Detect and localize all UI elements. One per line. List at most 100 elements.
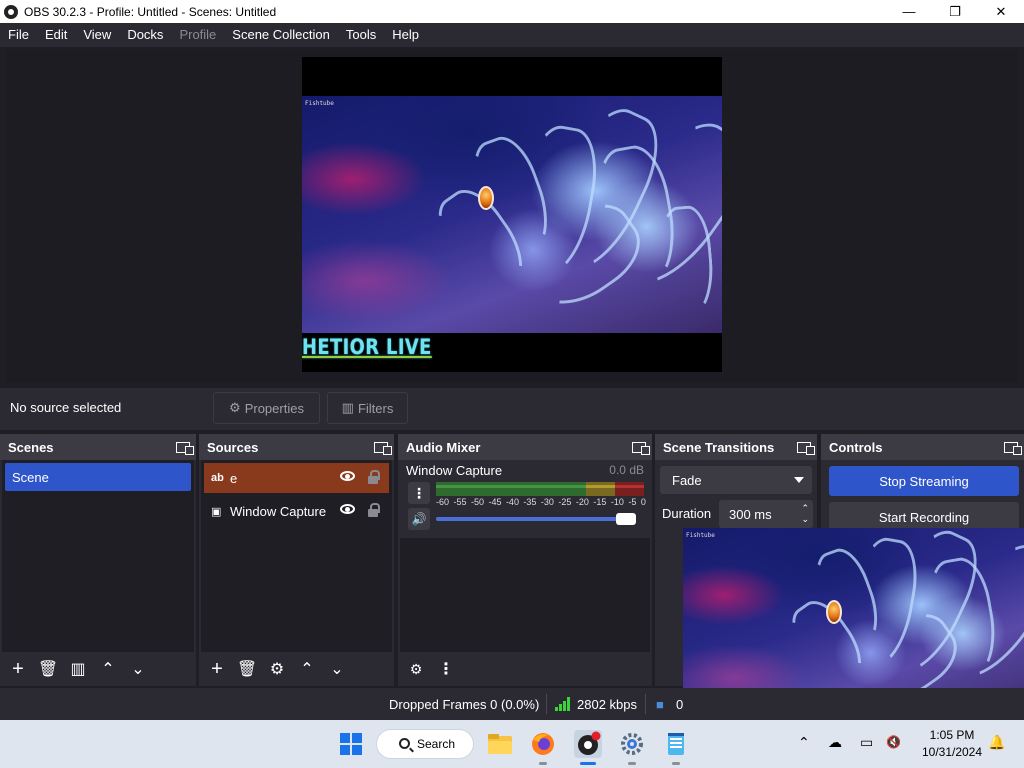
menu-file[interactable]: File — [0, 23, 37, 47]
controls-title: Controls — [829, 439, 883, 455]
taskbar-search[interactable]: Search — [376, 729, 474, 759]
clownfish — [478, 186, 494, 210]
meter-tick: -60 — [436, 497, 450, 507]
add-source-button[interactable]: + — [205, 657, 229, 681]
status-separator — [645, 694, 646, 714]
duration-spinbox[interactable]: 300 ms ⌃ ⌄ — [719, 500, 813, 528]
undock-icon[interactable] — [797, 441, 815, 455]
cloud-offline-icon[interactable]: ☁ — [828, 734, 842, 751]
spin-up-icon[interactable]: ⌃ — [801, 503, 809, 514]
menu-docks[interactable]: Docks — [119, 23, 171, 47]
meter-tick: -20 — [575, 497, 589, 507]
properties-label: Properties — [244, 400, 304, 416]
transition-selected-label: Fade — [672, 472, 702, 488]
firefox-icon[interactable] — [529, 730, 557, 758]
audio-mixer-header: Audio Mixer — [398, 434, 652, 460]
notification-bell-icon[interactable]: 🔔 — [988, 734, 1005, 751]
spin-down-icon[interactable]: ⌄ — [801, 514, 809, 525]
undock-icon[interactable] — [176, 441, 194, 455]
filters-button[interactable]: ▥ Filters — [327, 392, 408, 424]
clownfish — [826, 600, 842, 624]
lock-icon[interactable] — [367, 503, 380, 518]
minimize-button[interactable]: — — [886, 0, 932, 23]
filters-label: Filters — [357, 400, 394, 416]
menu-view[interactable]: View — [75, 23, 119, 47]
move-scene-down-button[interactable]: ⌄ — [126, 657, 150, 681]
source-item-text[interactable]: ab e — [204, 463, 389, 493]
volume-slider[interactable] — [436, 513, 636, 525]
settings-gear-icon[interactable] — [618, 730, 646, 758]
move-source-up-button[interactable]: ⌃ — [295, 657, 319, 681]
window-title: OBS 30.2.3 - Profile: Untitled - Scenes:… — [24, 4, 277, 19]
window-source-icon: ▣ — [211, 505, 222, 518]
undock-icon[interactable] — [374, 441, 392, 455]
visibility-eye-icon[interactable] — [340, 504, 355, 514]
advanced-audio-gear-icon[interactable]: ⚙ — [404, 657, 428, 681]
move-scene-up-button[interactable]: ⌃ — [96, 657, 120, 681]
properties-button[interactable]: ⚙ Properties — [213, 392, 320, 424]
mixer-empty-area — [400, 538, 650, 652]
transition-select[interactable]: Fade — [660, 466, 812, 494]
menu-help[interactable]: Help — [384, 23, 427, 47]
speaker-icon[interactable]: 🔊 — [408, 508, 430, 530]
preview-canvas[interactable]: Fishtube HETIOR LIVE — [302, 57, 722, 372]
source-properties-button[interactable]: ⚙ — [265, 657, 289, 681]
scene-filters-button[interactable]: ▥ — [66, 657, 90, 681]
sources-footer: + 🗑 ⚙ ⌃ ⌄ — [199, 652, 394, 686]
volume-muted-icon[interactable]: 🔇 — [886, 735, 901, 749]
obs-taskbar-icon[interactable] — [574, 730, 602, 758]
taskbar: Search ⌃ ☁ ▭ 🔇 1:05 PM 10/31/2024 🔔 — [0, 720, 1024, 768]
remove-scene-button[interactable]: 🗑 — [36, 657, 60, 681]
meter-tick: -40 — [505, 497, 519, 507]
menu-tools[interactable]: Tools — [338, 23, 384, 47]
windows-start-icon[interactable] — [337, 730, 365, 758]
meter-tick: -35 — [523, 497, 537, 507]
undock-icon[interactable] — [632, 441, 650, 455]
scene-transitions-header: Scene Transitions — [655, 434, 817, 460]
audio-mixer-dock: Audio Mixer Window Capture 0.0 dB ⋮ -60 … — [398, 434, 652, 686]
meter-tick: -5 — [628, 497, 637, 507]
menu-bar: File Edit View Docks Profile Scene Colle… — [0, 23, 1024, 47]
move-source-down-button[interactable]: ⌄ — [325, 657, 349, 681]
stop-streaming-button[interactable]: Stop Streaming — [829, 466, 1019, 496]
stream-icon: ■ — [656, 697, 664, 712]
title-bar: OBS 30.2.3 - Profile: Untitled - Scenes:… — [0, 0, 1024, 23]
visibility-eye-icon[interactable] — [340, 471, 355, 481]
sources-header: Sources — [199, 434, 394, 460]
mixer-options-button[interactable]: ⋮ — [408, 482, 430, 504]
menu-profile[interactable]: Profile — [171, 23, 224, 47]
close-button[interactable]: ✕ — [978, 0, 1024, 23]
add-scene-button[interactable]: + — [6, 657, 30, 681]
volume-slider-handle[interactable] — [616, 513, 636, 525]
clock-time[interactable]: 1:05 PM — [912, 728, 992, 742]
chevron-down-icon — [794, 477, 804, 483]
scenes-header: Scenes — [0, 434, 196, 460]
scenes-dock: Scenes Scene + 🗑 ▥ ⌃ ⌄ — [0, 434, 196, 686]
meter-scale: -60 -55 -50 -45 -40 -35 -30 -25 -20 -15 … — [436, 497, 646, 507]
obs-logo-icon — [4, 4, 18, 19]
audio-mixer-footer: ⚙ ⋮ — [398, 652, 652, 686]
audio-mixer-body: Window Capture 0.0 dB ⋮ -60 -55 -50 -45 … — [400, 460, 650, 652]
notepad-icon[interactable] — [662, 730, 690, 758]
scene-item[interactable]: Scene — [5, 463, 191, 491]
network-icon[interactable]: ▭ — [860, 734, 873, 751]
menu-scene-collection[interactable]: Scene Collection — [224, 23, 338, 47]
lock-icon[interactable] — [367, 470, 380, 485]
remove-source-button[interactable]: 🗑 — [235, 657, 259, 681]
start-recording-label: Start Recording — [878, 509, 970, 525]
menu-edit[interactable]: Edit — [37, 23, 75, 47]
undock-icon[interactable] — [1004, 441, 1022, 455]
source-item-window-capture[interactable]: ▣ Window Capture — [204, 496, 389, 526]
mixer-channel-name: Window Capture — [406, 463, 503, 478]
bitrate: 2802 kbps — [577, 697, 637, 712]
maximize-button[interactable]: ❐ — [932, 0, 978, 23]
no-source-label: No source selected — [10, 400, 122, 415]
status-bar: Dropped Frames 0 (0.0%) 2802 kbps ■ 0 — [0, 688, 1024, 720]
chevron-up-icon[interactable]: ⌃ — [798, 734, 810, 751]
mixer-menu-button[interactable]: ⋮ — [434, 657, 458, 681]
running-indicator — [672, 762, 680, 765]
file-explorer-icon[interactable] — [486, 730, 514, 758]
text-source-icon: ab — [211, 472, 224, 484]
scene-item-label: Scene — [12, 469, 49, 485]
clock-date[interactable]: 10/31/2024 — [912, 745, 992, 759]
